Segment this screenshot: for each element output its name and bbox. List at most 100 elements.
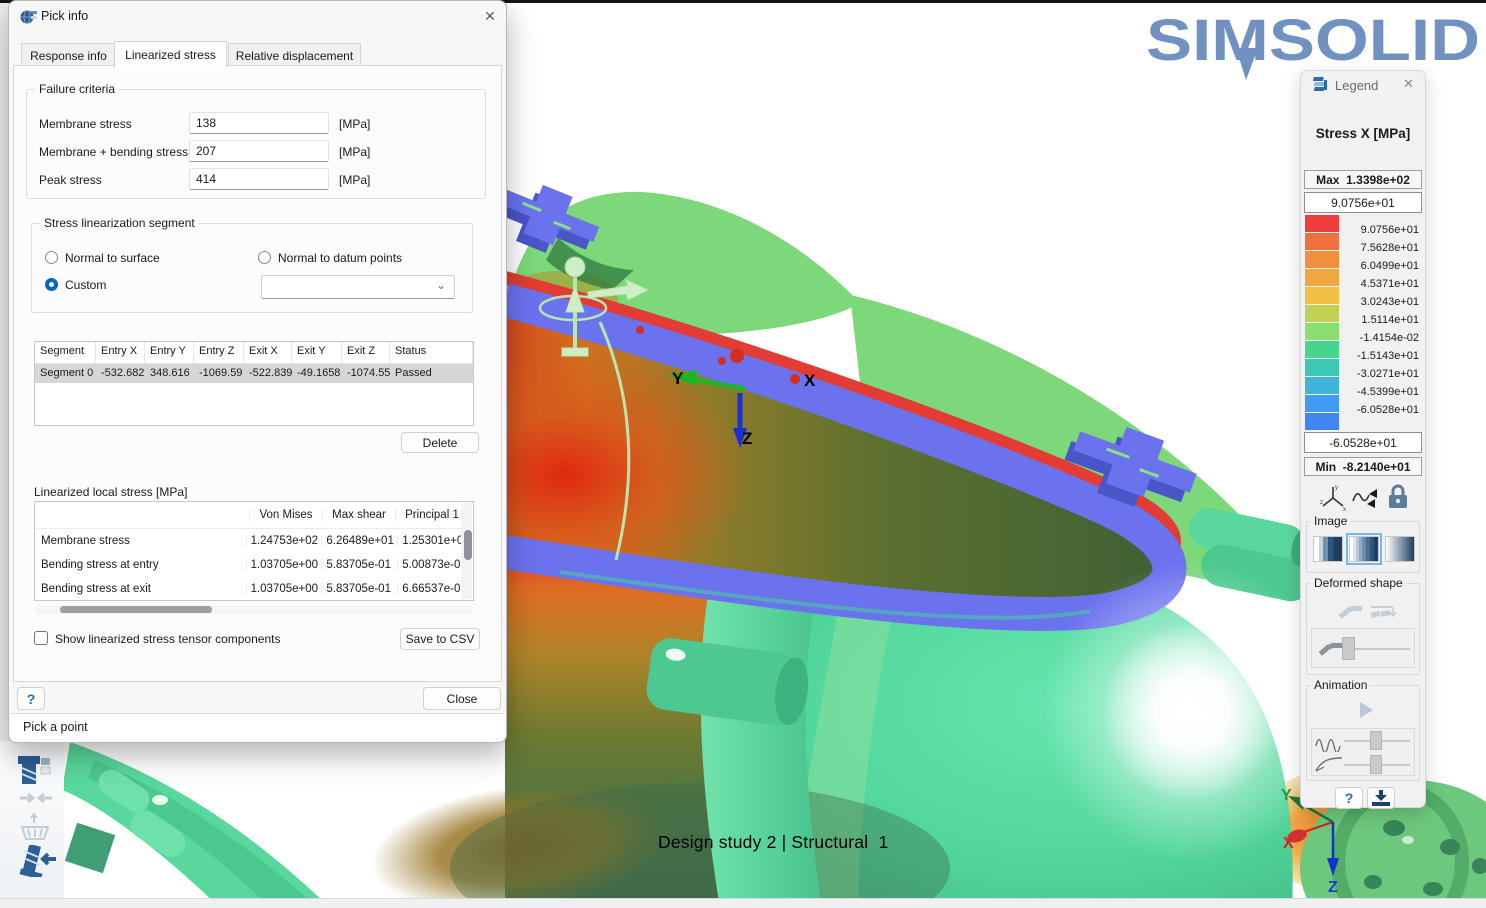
image-group: Image	[1306, 521, 1420, 573]
segment-table-row[interactable]: Segment 0 -532.682 348.616 -1069.59 -522…	[35, 364, 473, 383]
combobox-chevron-icon: ⌄	[436, 278, 446, 292]
legend-color-swatch	[1305, 287, 1339, 304]
stress-table-row[interactable]: Membrane stress 1.24753e+02 6.26489e+01 …	[35, 529, 473, 553]
legend-scale-value: -3.0271e+01	[1357, 368, 1419, 380]
legend-upper-input[interactable]: 9.0756e+01	[1304, 192, 1422, 213]
animation-amplitude-slider-thumb[interactable]	[1370, 731, 1382, 750]
legend-scale-value: 7.5628e+01	[1361, 242, 1419, 254]
legend-panel: Legend ✕ Stress X [MPa] Max 1.3398e+02 9…	[1300, 70, 1426, 808]
deform-scale-icon	[1317, 637, 1343, 661]
bolt-load-icon[interactable]	[18, 845, 56, 877]
status-text: Pick a point	[23, 720, 88, 734]
deformed-shape-group: Deformed shape	[1306, 583, 1420, 675]
legend-close-icon[interactable]: ✕	[1403, 76, 1414, 92]
image-style-stepped-button[interactable]	[1313, 536, 1343, 562]
tensor-components-checkbox[interactable]	[34, 631, 48, 645]
svg-text:y: y	[1335, 485, 1338, 491]
stress-table-scrollbar-thumb[interactable]	[464, 530, 472, 560]
dialog-title: Pick info	[41, 9, 88, 23]
failure-criteria-label: Failure criteria	[35, 82, 119, 96]
animation-play-icon[interactable]	[1360, 702, 1373, 718]
segment-table-header: Segment Entry X Entry Y Entry Z Exit X E…	[35, 342, 473, 364]
peak-stress-input[interactable]	[189, 168, 329, 190]
image-style-smooth-button[interactable]	[1385, 536, 1415, 562]
legend-pin-button[interactable]	[1367, 787, 1395, 809]
svg-text:x: x	[1343, 507, 1346, 511]
tab-linearized-stress[interactable]: Linearized stress	[114, 41, 227, 68]
segment-table: Segment Entry X Entry Y Entry Z Exit X E…	[34, 341, 474, 426]
legend-scale-value: -1.4154e-02	[1360, 332, 1419, 344]
legend-color-scale	[1305, 215, 1339, 431]
animation-speed-slider-thumb[interactable]	[1370, 755, 1382, 774]
radio-normal-to-datum-points[interactable]	[258, 251, 271, 264]
design-study-caption: Design study 2 | Structural 1	[658, 832, 888, 853]
radio-normal-to-surface-label: Normal to surface	[65, 251, 160, 265]
legend-color-swatch	[1305, 251, 1339, 268]
legend-lower-input[interactable]: -6.0528e+01	[1304, 432, 1422, 453]
legend-scale-labels: 9.0756e+017.5628e+016.0499e+014.5371e+01…	[1343, 215, 1421, 431]
legend-icon	[1312, 76, 1328, 94]
left-toolbar: ▾ ▾ ⌄	[0, 741, 64, 898]
merge-arrows-icon-disabled	[20, 791, 52, 805]
pick-info-dialog: Pick info ✕ Response info Linearized str…	[8, 0, 507, 743]
deform-scale-slider-thumb[interactable]	[1342, 637, 1355, 660]
linearization-segment-label: Stress linearization segment	[40, 216, 199, 230]
close-button[interactable]: Close	[423, 687, 501, 710]
legend-color-swatch	[1305, 233, 1339, 250]
stress-table-hscrollbar-track[interactable]	[36, 605, 472, 614]
legend-help-button[interactable]: ?	[1335, 787, 1363, 809]
legend-scale-value: -6.0528e+01	[1357, 404, 1419, 416]
undeformed-overlay-icon-disabled	[1369, 600, 1397, 624]
legend-color-swatch	[1305, 305, 1339, 322]
legend-color-swatch	[1305, 269, 1339, 286]
deform-tool-icon-disabled	[18, 813, 52, 843]
dialog-close-icon[interactable]: ✕	[477, 6, 503, 26]
bolt-connection-icon[interactable]	[16, 754, 52, 790]
legend-pin-icon	[1370, 788, 1392, 808]
legend-triad-toggle-icon[interactable]: y z x	[1319, 483, 1347, 511]
legend-color-swatch	[1305, 359, 1339, 376]
legend-scale-value: 1.5114e+01	[1361, 314, 1419, 326]
triad-main-y-label: Y	[672, 369, 684, 388]
pick-info-icon	[20, 9, 37, 24]
animation-group-label: Animation	[1311, 678, 1370, 692]
membrane-stress-input[interactable]	[189, 112, 329, 134]
radio-normal-to-datum-points-label: Normal to datum points	[278, 251, 402, 265]
peak-stress-label: Peak stress	[39, 173, 102, 187]
stress-table-row[interactable]: Bending stress at exit 1.03705e+00 5.837…	[35, 577, 473, 601]
legend-max-value: Max 1.3398e+02	[1304, 170, 1422, 189]
membrane-bending-stress-unit: [MPa]	[339, 145, 370, 159]
radio-custom[interactable]	[45, 278, 58, 291]
tensor-components-checkbox-label: Show linearized stress tensor components	[55, 632, 280, 646]
svg-text:z: z	[1320, 500, 1323, 506]
dialog-status-bar: Pick a point	[10, 713, 504, 742]
delete-button[interactable]: Delete	[401, 432, 479, 453]
membrane-stress-label: Membrane stress	[39, 117, 132, 131]
legend-scale-value: 3.0243e+01	[1361, 296, 1419, 308]
legend-lock-icon[interactable]	[1385, 483, 1411, 511]
legend-color-swatch	[1305, 215, 1339, 232]
legend-scale-value: -1.5143e+01	[1357, 350, 1419, 362]
application-window: Y X Z Y X Z Design study 2 | Structural …	[0, 0, 1486, 908]
svg-text:SIMSOLID: SIMSOLID	[1146, 8, 1480, 73]
save-to-csv-button[interactable]: Save to CSV	[400, 628, 480, 650]
legend-probe-plot-icon[interactable]	[1351, 483, 1379, 511]
legend-scale-value: 9.0756e+01	[1361, 224, 1419, 236]
image-style-banded-button[interactable]	[1349, 536, 1379, 562]
radio-normal-to-surface[interactable]	[45, 251, 58, 264]
triad-corner-z-label: Z	[1328, 879, 1338, 896]
triad-main-z-label: Z	[742, 429, 752, 448]
stress-table-row[interactable]: Bending stress at entry 1.03705e+00 5.83…	[35, 553, 473, 577]
dialog-help-button[interactable]: ?	[17, 687, 45, 710]
deform-scale-panel	[1311, 628, 1415, 668]
stress-table-hscrollbar-thumb[interactable]	[60, 606, 212, 613]
membrane-bending-stress-input[interactable]	[189, 140, 329, 162]
legend-scale-value: 4.5371e+01	[1361, 278, 1419, 290]
legend-color-swatch	[1305, 323, 1339, 340]
deformed-shape-icon-disabled	[1337, 600, 1363, 624]
animation-amplitude-icon	[1314, 730, 1344, 752]
bottom-status-strip	[0, 898, 1486, 908]
datum-points-combobox[interactable]: ⌄	[261, 275, 455, 299]
legend-heading: Stress X [MPa]	[1301, 126, 1425, 141]
dialog-titlebar[interactable]: Pick info ✕	[9, 1, 506, 31]
